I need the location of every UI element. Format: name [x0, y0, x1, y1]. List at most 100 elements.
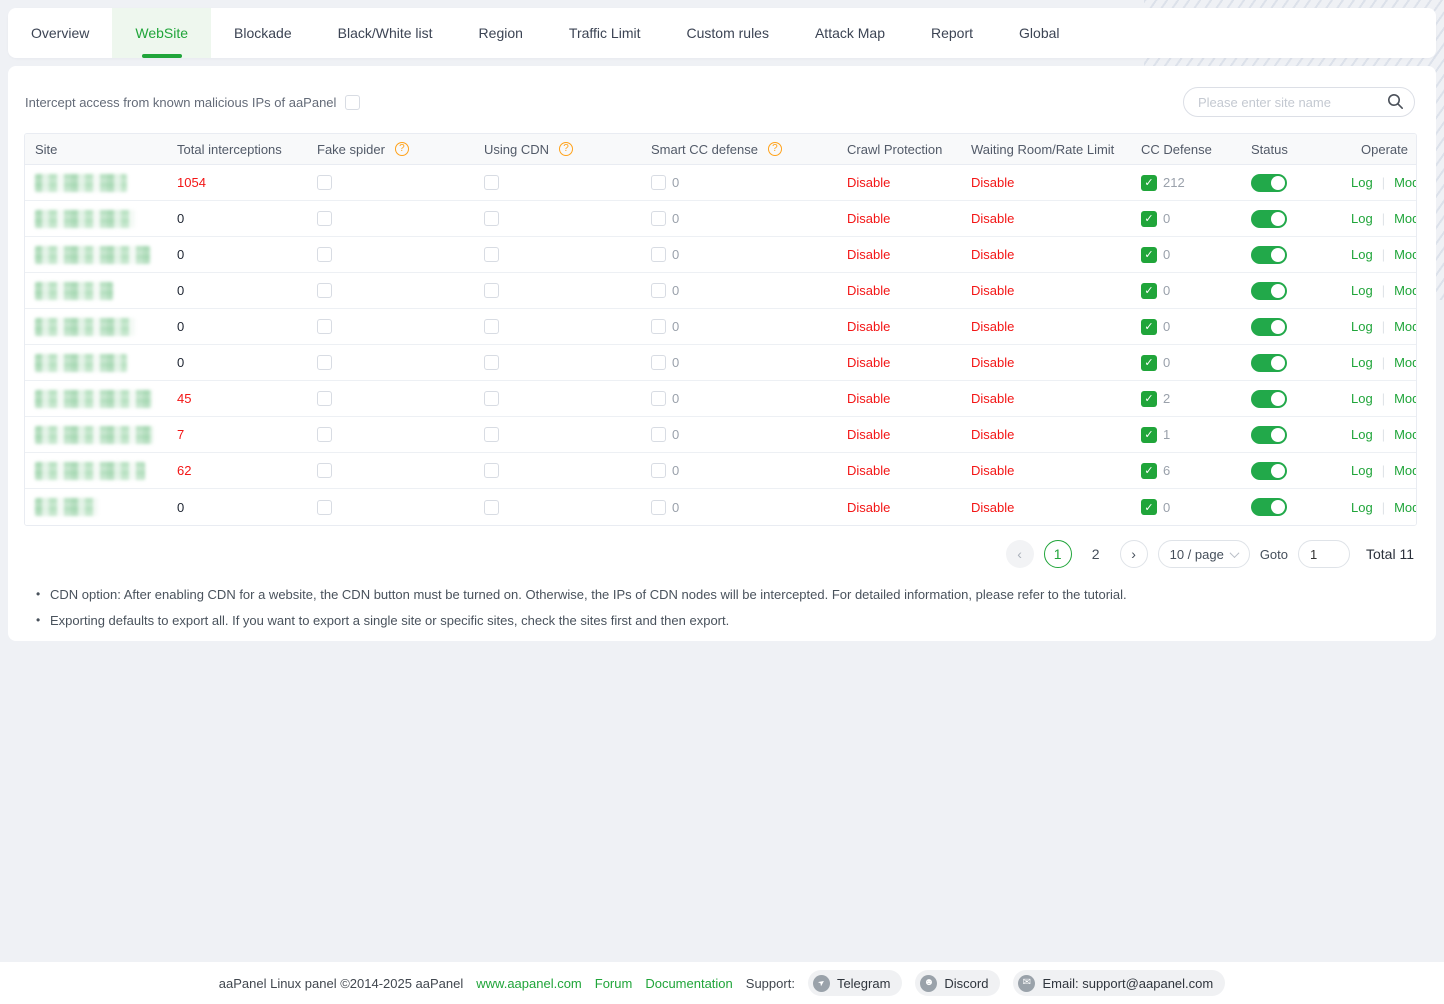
cc-defense-checked-icon[interactable]: ✓ [1141, 427, 1157, 443]
waiting-room-link[interactable]: Disable [971, 247, 1014, 262]
log-link[interactable]: Log [1351, 427, 1373, 442]
smart-cc-checkbox[interactable] [651, 175, 666, 190]
status-toggle[interactable] [1251, 462, 1287, 480]
log-link[interactable]: Log [1351, 211, 1373, 226]
fake-spider-checkbox[interactable] [317, 319, 332, 334]
fake-spider-checkbox[interactable] [317, 175, 332, 190]
using-cdn-checkbox[interactable] [484, 247, 499, 262]
using-cdn-checkbox[interactable] [484, 355, 499, 370]
help-icon[interactable]: ? [768, 142, 782, 156]
cc-defense-checked-icon[interactable]: ✓ [1141, 283, 1157, 299]
status-toggle[interactable] [1251, 282, 1287, 300]
log-link[interactable]: Log [1351, 247, 1373, 262]
crawl-protection-link[interactable]: Disable [847, 391, 890, 406]
waiting-room-link[interactable]: Disable [971, 283, 1014, 298]
smart-cc-checkbox[interactable] [651, 500, 666, 515]
waiting-room-link[interactable]: Disable [971, 391, 1014, 406]
tab-blockade[interactable]: Blockade [211, 8, 315, 58]
status-toggle[interactable] [1251, 318, 1287, 336]
fake-spider-checkbox[interactable] [317, 283, 332, 298]
cc-defense-checked-icon[interactable]: ✓ [1141, 463, 1157, 479]
waiting-room-link[interactable]: Disable [971, 319, 1014, 334]
modify-link[interactable]: Modify [1394, 247, 1417, 262]
cc-defense-checked-icon[interactable]: ✓ [1141, 499, 1157, 515]
waiting-room-link[interactable]: Disable [971, 463, 1014, 478]
waiting-room-link[interactable]: Disable [971, 211, 1014, 226]
smart-cc-checkbox[interactable] [651, 463, 666, 478]
using-cdn-checkbox[interactable] [484, 427, 499, 442]
log-link[interactable]: Log [1351, 175, 1373, 190]
tab-global[interactable]: Global [996, 8, 1082, 58]
page-button-2[interactable]: 2 [1082, 540, 1110, 568]
log-link[interactable]: Log [1351, 391, 1373, 406]
modify-link[interactable]: Modify [1394, 463, 1417, 478]
fake-spider-checkbox[interactable] [317, 247, 332, 262]
smart-cc-checkbox[interactable] [651, 283, 666, 298]
smart-cc-checkbox[interactable] [651, 391, 666, 406]
using-cdn-checkbox[interactable] [484, 391, 499, 406]
next-page-button[interactable]: › [1120, 540, 1148, 568]
using-cdn-checkbox[interactable] [484, 175, 499, 190]
cc-defense-checked-icon[interactable]: ✓ [1141, 355, 1157, 371]
footer-link-forum[interactable]: Forum [595, 976, 633, 991]
modify-link[interactable]: Modify [1394, 427, 1417, 442]
using-cdn-checkbox[interactable] [484, 283, 499, 298]
tab-black-white-list[interactable]: Black/White list [315, 8, 456, 58]
support-button-email[interactable]: Email: support@aapanel.com [1013, 970, 1225, 996]
goto-page-input[interactable] [1298, 540, 1350, 568]
modify-link[interactable]: Modify [1394, 355, 1417, 370]
status-toggle[interactable] [1251, 246, 1287, 264]
crawl-protection-link[interactable]: Disable [847, 247, 890, 262]
tab-report[interactable]: Report [908, 8, 996, 58]
support-button-telegram[interactable]: Telegram [808, 970, 902, 996]
intercept-checkbox[interactable] [345, 95, 360, 110]
using-cdn-checkbox[interactable] [484, 319, 499, 334]
fake-spider-checkbox[interactable] [317, 211, 332, 226]
page-button-1[interactable]: 1 [1044, 540, 1072, 568]
using-cdn-checkbox[interactable] [484, 211, 499, 226]
cc-defense-checked-icon[interactable]: ✓ [1141, 175, 1157, 191]
modify-link[interactable]: Modify [1394, 500, 1417, 515]
smart-cc-checkbox[interactable] [651, 355, 666, 370]
status-toggle[interactable] [1251, 426, 1287, 444]
modify-link[interactable]: Modify [1394, 211, 1417, 226]
log-link[interactable]: Log [1351, 319, 1373, 334]
smart-cc-checkbox[interactable] [651, 211, 666, 226]
using-cdn-checkbox[interactable] [484, 463, 499, 478]
smart-cc-checkbox[interactable] [651, 427, 666, 442]
modify-link[interactable]: Modify [1394, 175, 1417, 190]
smart-cc-checkbox[interactable] [651, 319, 666, 334]
search-input[interactable] [1183, 87, 1415, 117]
search-icon[interactable] [1387, 93, 1404, 110]
crawl-protection-link[interactable]: Disable [847, 427, 890, 442]
tab-attack-map[interactable]: Attack Map [792, 8, 908, 58]
support-button-discord[interactable]: Discord [915, 970, 1000, 996]
modify-link[interactable]: Modify [1394, 283, 1417, 298]
waiting-room-link[interactable]: Disable [971, 175, 1014, 190]
cc-defense-checked-icon[interactable]: ✓ [1141, 211, 1157, 227]
status-toggle[interactable] [1251, 354, 1287, 372]
status-toggle[interactable] [1251, 498, 1287, 516]
waiting-room-link[interactable]: Disable [971, 500, 1014, 515]
cc-defense-checked-icon[interactable]: ✓ [1141, 319, 1157, 335]
tab-website[interactable]: WebSite [112, 8, 211, 58]
fake-spider-checkbox[interactable] [317, 391, 332, 406]
smart-cc-checkbox[interactable] [651, 247, 666, 262]
intercept-malicious-ips-option[interactable]: Intercept access from known malicious IP… [25, 95, 360, 110]
status-toggle[interactable] [1251, 210, 1287, 228]
log-link[interactable]: Log [1351, 500, 1373, 515]
crawl-protection-link[interactable]: Disable [847, 283, 890, 298]
tab-overview[interactable]: Overview [8, 8, 112, 58]
footer-link-documentation[interactable]: Documentation [645, 976, 732, 991]
fake-spider-checkbox[interactable] [317, 427, 332, 442]
status-toggle[interactable] [1251, 390, 1287, 408]
help-icon[interactable]: ? [395, 142, 409, 156]
tab-traffic-limit[interactable]: Traffic Limit [546, 8, 664, 58]
footer-link-www-aapanel-com[interactable]: www.aapanel.com [476, 976, 582, 991]
crawl-protection-link[interactable]: Disable [847, 211, 890, 226]
fake-spider-checkbox[interactable] [317, 500, 332, 515]
cc-defense-checked-icon[interactable]: ✓ [1141, 391, 1157, 407]
log-link[interactable]: Log [1351, 283, 1373, 298]
modify-link[interactable]: Modify [1394, 391, 1417, 406]
modify-link[interactable]: Modify [1394, 319, 1417, 334]
